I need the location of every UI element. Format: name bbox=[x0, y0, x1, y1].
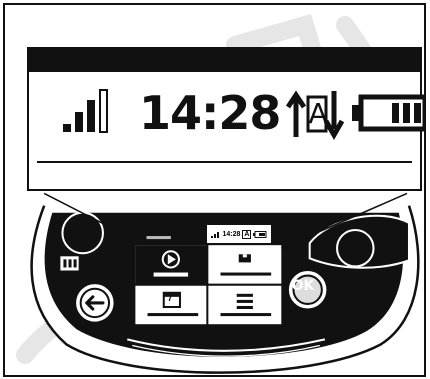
zoomed-display: 14:28 A bbox=[27, 47, 424, 191]
mini-status-bar: 14:28 A bbox=[205, 223, 273, 245]
auto-mode-icon: A bbox=[286, 85, 350, 141]
clock-time: 14:28 bbox=[139, 86, 281, 140]
signal-icon bbox=[63, 89, 108, 133]
mini-mode-letter: A bbox=[244, 230, 250, 238]
mini-time: 14:28 bbox=[222, 230, 241, 238]
status-bar: 14:28 A bbox=[61, 79, 424, 147]
display-divider bbox=[37, 161, 412, 163]
display-header-bar bbox=[29, 49, 420, 72]
mode-letter: A bbox=[308, 97, 328, 130]
ok-button[interactable]: OK bbox=[287, 275, 319, 297]
illustration-border: 7 OK 14:28 A 14:28 A bbox=[3, 3, 426, 377]
signal-icon bbox=[210, 232, 219, 238]
auto-mode-icon: A bbox=[242, 229, 252, 239]
battery-icon bbox=[253, 230, 267, 238]
calendar-day: 7 bbox=[167, 293, 173, 303]
battery-icon bbox=[352, 94, 424, 132]
back-button[interactable] bbox=[71, 277, 111, 317]
ok-label: OK bbox=[291, 278, 315, 294]
illustration-frame: 7 OK 14:28 A 14:28 A bbox=[0, 0, 430, 379]
coffee-icon bbox=[60, 256, 79, 271]
